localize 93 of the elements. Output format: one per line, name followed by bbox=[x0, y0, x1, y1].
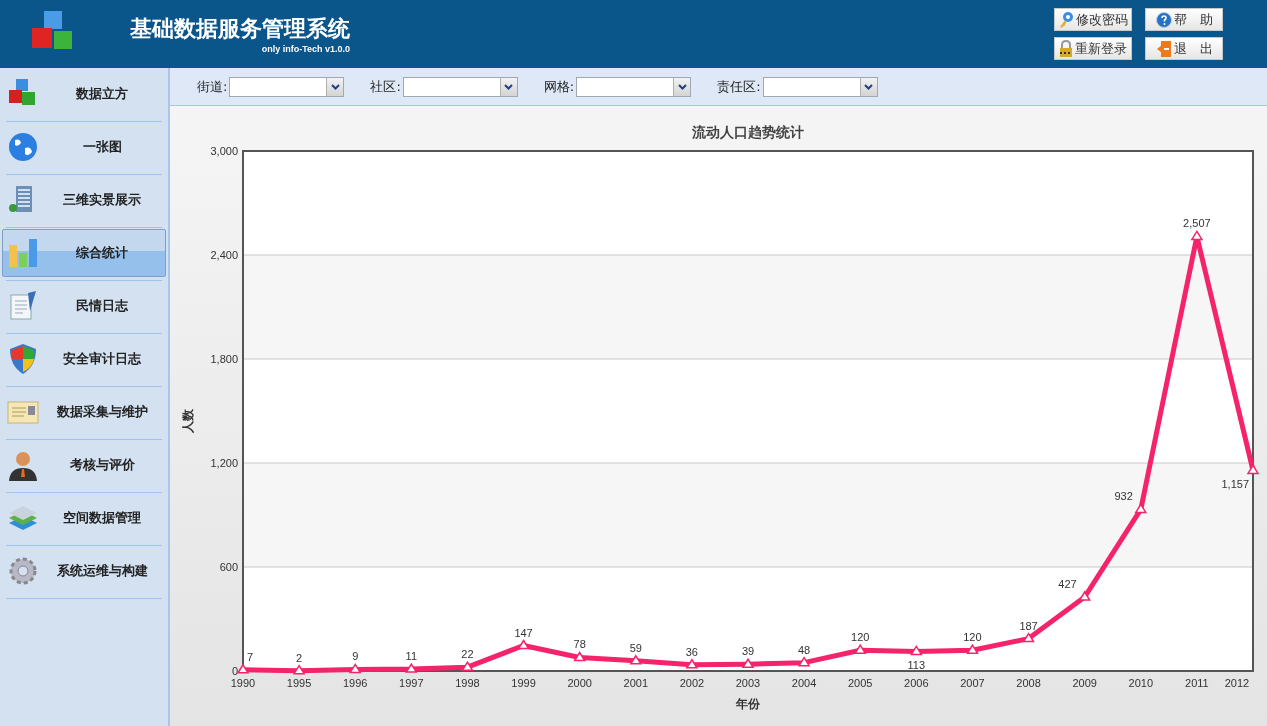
x-tick-label: 1997 bbox=[399, 677, 424, 689]
x-tick-label: 2000 bbox=[567, 677, 592, 689]
sidebar-item[interactable]: 空间数据管理 bbox=[2, 494, 166, 542]
y-axis-title: 人数 bbox=[181, 409, 195, 433]
x-tick-label: 2001 bbox=[623, 677, 648, 689]
data-label: 147 bbox=[514, 626, 533, 639]
data-point bbox=[797, 656, 811, 667]
data-point bbox=[1134, 503, 1148, 514]
data-point bbox=[853, 643, 867, 654]
data-label: 48 bbox=[798, 643, 811, 656]
data-label: 932 bbox=[1114, 490, 1133, 503]
data-point bbox=[1078, 590, 1092, 601]
x-axis-title: 年份 bbox=[736, 697, 760, 711]
x-tick-label: 2006 bbox=[904, 677, 929, 689]
x-tick-label: 2002 bbox=[679, 677, 705, 689]
x-tick-label: 2010 bbox=[1128, 677, 1153, 689]
header-button[interactable]: 重新登录 bbox=[1054, 37, 1132, 60]
filter-label: 街道: bbox=[197, 77, 228, 96]
help-icon bbox=[1155, 11, 1172, 28]
sidebar-item[interactable]: 三维实景展示 bbox=[2, 176, 166, 224]
header-button[interactable]: 帮 助 bbox=[1145, 8, 1223, 31]
x-tick-label: 1996 bbox=[343, 677, 368, 689]
data-point bbox=[629, 654, 643, 665]
y-tick-label: 2,400 bbox=[210, 249, 238, 261]
data-label: 187 bbox=[1019, 619, 1038, 632]
x-tick-label: 1990 bbox=[230, 677, 256, 689]
filter-select[interactable] bbox=[402, 76, 518, 97]
chevron-down-icon bbox=[677, 83, 687, 90]
sidebar-item[interactable]: 安全审计日志 bbox=[2, 335, 166, 383]
data-label: 2 bbox=[296, 651, 303, 664]
data-point bbox=[573, 651, 587, 662]
x-tick-label: 1995 bbox=[286, 677, 312, 689]
app-title: 基础数据服务管理系统 bbox=[130, 15, 350, 43]
data-point bbox=[909, 645, 923, 656]
data-label: 120 bbox=[963, 631, 982, 644]
data-label: 36 bbox=[685, 645, 698, 658]
sidebar-item[interactable]: 系统运维与构建 bbox=[2, 547, 166, 595]
data-label: 11 bbox=[405, 650, 418, 663]
data-label: 113 bbox=[907, 659, 926, 672]
filter-label: 社区: bbox=[370, 77, 401, 96]
data-label: 22 bbox=[461, 648, 474, 661]
data-label: 1,157 bbox=[1221, 478, 1249, 491]
x-tick-label: 2007 bbox=[960, 677, 985, 689]
filter-label: 责任区: bbox=[717, 77, 761, 96]
data-point bbox=[1190, 230, 1204, 241]
sidebar-item[interactable]: 数据立方 bbox=[2, 70, 166, 118]
x-tick-label: 2011 bbox=[1185, 677, 1209, 689]
x-tick-label: 2008 bbox=[1016, 677, 1041, 689]
data-label: 9 bbox=[352, 650, 359, 663]
x-tick-label: 2004 bbox=[791, 677, 817, 689]
x-tick-label: 1999 bbox=[511, 677, 536, 689]
data-point bbox=[966, 643, 979, 654]
version-label: only info-Tech v1.0.0 bbox=[261, 44, 350, 54]
data-label: 120 bbox=[851, 631, 870, 644]
header-button[interactable]: 退 出 bbox=[1145, 37, 1223, 60]
x-tick-label: 2012 bbox=[1224, 677, 1250, 689]
x-tick-label: 2003 bbox=[735, 677, 761, 689]
sidebar-item[interactable]: 考核与评价 bbox=[2, 441, 166, 489]
globe-icon bbox=[6, 130, 40, 164]
sidebar-item[interactable]: 民情日志 bbox=[2, 282, 166, 330]
filter-select[interactable] bbox=[229, 76, 345, 97]
chart-title: 流动人口趋势统计 bbox=[692, 124, 804, 140]
header-button[interactable]: 修改密码 bbox=[1054, 8, 1132, 31]
sidebar-item[interactable]: 一张图 bbox=[2, 123, 166, 171]
data-label: 59 bbox=[629, 641, 642, 654]
data-point bbox=[741, 657, 755, 668]
chevron-down-icon bbox=[330, 83, 340, 90]
x-tick-label: 2005 bbox=[848, 677, 873, 689]
data-label: 78 bbox=[573, 638, 586, 651]
chevron-down-icon bbox=[864, 83, 874, 90]
y-tick-label: 0 bbox=[231, 665, 238, 677]
y-tick-label: 1,800 bbox=[210, 353, 238, 365]
data-label: 39 bbox=[741, 645, 755, 658]
data-label: 427 bbox=[1058, 578, 1077, 590]
data-label: 7 bbox=[247, 650, 254, 663]
x-tick-label: 2009 bbox=[1072, 677, 1097, 689]
filter-select[interactable] bbox=[576, 76, 692, 97]
filter-select[interactable] bbox=[762, 76, 878, 97]
bar-chart-icon bbox=[6, 236, 40, 270]
data-point bbox=[517, 639, 530, 650]
filter-label: 网格: bbox=[543, 77, 575, 96]
sidebar-item[interactable]: 数据采集与维护 bbox=[2, 388, 166, 436]
y-tick-label: 600 bbox=[219, 561, 238, 573]
data-point bbox=[1022, 632, 1035, 643]
key-icon bbox=[1058, 10, 1074, 29]
lock-icon bbox=[1059, 39, 1073, 58]
exit-icon bbox=[1155, 39, 1172, 58]
y-tick-label: 3,000 bbox=[210, 145, 238, 157]
y-tick-label: 1,200 bbox=[210, 457, 238, 469]
data-label: 2,507 bbox=[1183, 217, 1211, 230]
x-tick-label: 1998 bbox=[455, 677, 480, 689]
chevron-down-icon bbox=[504, 83, 514, 90]
sidebar-item[interactable]: 综合统计 bbox=[2, 229, 166, 277]
